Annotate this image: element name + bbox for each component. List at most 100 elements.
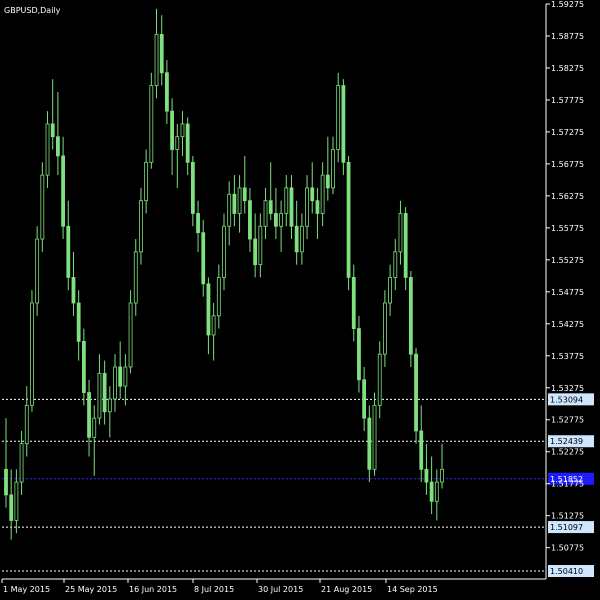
candle [414,347,418,444]
candle [35,226,40,316]
candle-body [165,72,169,112]
candle [294,200,299,265]
candle-body [76,302,81,342]
candle [118,341,123,399]
candle [393,239,398,291]
candle [206,277,211,355]
candle-body [133,251,138,304]
candle [232,175,237,227]
candle [9,469,14,540]
y-tick-label: 1.51275 [551,512,584,521]
candle [367,405,372,483]
candle [165,59,169,124]
candle-body [253,238,258,266]
candle [320,162,325,227]
candle [305,175,309,240]
candle-body [414,353,418,432]
candle-body [128,302,133,368]
candle-body [196,213,200,234]
candle-body [346,161,351,278]
y-tick-label: 1.50775 [551,544,584,553]
candle-body [61,155,65,227]
axes: 1.59275 1.58775 1.58275 1.57775 1.57275 1.567… [1,0,584,594]
candle-body [180,123,185,138]
candle-body [35,238,40,304]
candle-body [175,136,180,150]
candle-body [403,213,408,278]
candle [159,15,164,86]
candle [4,418,8,508]
candle-body [362,379,367,419]
candle [377,341,382,419]
candle-body [258,225,263,266]
candle-body [237,187,242,214]
level-label: 1.50410 [550,567,583,576]
y-tick-label: 1.54775 [551,288,584,297]
candle-body [185,123,190,163]
candle [107,386,112,438]
candle [128,290,133,374]
candle [289,175,294,240]
x-tick-label: 8 Jul 2015 [194,585,234,594]
candle [419,405,424,483]
candle-body [50,123,55,138]
candle [50,79,55,150]
y-tick-label: 1.51775 [551,480,584,489]
candle-body [71,277,76,304]
x-tick-label: 21 Aug 2015 [321,585,372,594]
candle-body [336,85,341,150]
candle [211,303,216,361]
y-tick-label: 1.56275 [551,192,584,201]
candle [180,111,185,156]
level-label: 1.52439 [550,437,583,446]
candle [149,72,154,169]
candle-body [357,328,361,381]
candle [362,366,367,431]
candle [372,392,377,476]
candle-body [320,174,325,214]
candle-body [398,213,403,253]
candle-body [170,110,174,150]
y-tick-label: 1.52775 [551,416,584,425]
candle-body [310,187,315,202]
candle-body [305,187,309,227]
x-tick-label: 1 May 2015 [3,585,50,594]
candle [440,443,444,489]
y-tick-label: 1.57775 [551,96,584,105]
candle [30,290,34,412]
candle-body [294,225,299,253]
candle-body [66,225,71,278]
candle [341,79,346,176]
candle [336,72,341,163]
y-tick-label: 1.57275 [551,128,584,137]
candle [242,155,247,214]
candle [56,91,60,176]
candle [102,360,107,425]
candle-body [372,404,377,470]
candle-body [159,33,164,74]
candle-body [351,277,356,329]
candle [185,117,190,176]
x-tick-label: 14 Sep 2015 [387,585,438,594]
candles [4,8,444,540]
candle-body [393,251,398,278]
level-label: 1.51097 [550,523,583,532]
candle [222,213,226,291]
candle [19,430,24,495]
candle [71,251,76,316]
candle-body [4,468,8,496]
candle-body [331,149,335,189]
candle-body [315,200,320,214]
candle [227,181,232,246]
candle-body [424,468,429,483]
candle [253,213,258,278]
candle [66,200,71,291]
y-tick-label: 1.59275 [551,0,584,9]
candle [237,175,242,233]
candle-body [56,136,60,157]
candle-body [377,353,382,406]
candle [144,149,149,214]
candle-body [19,443,24,483]
y-tick-label: 1.58775 [551,32,584,41]
candle [325,136,330,201]
